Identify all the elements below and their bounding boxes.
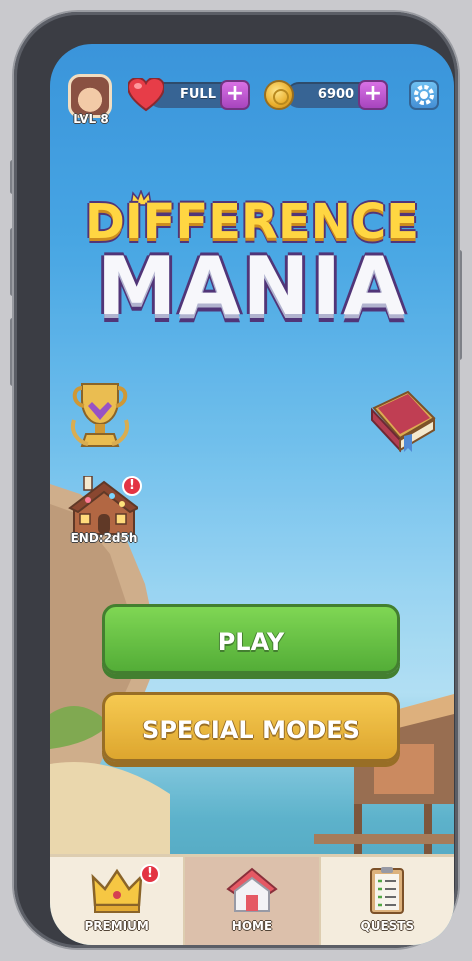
add-coins-button[interactable]: + [358, 80, 388, 110]
premium-alert-badge: ! [140, 864, 160, 884]
play-button[interactable]: PLAY [102, 604, 400, 674]
trophy-icon[interactable] [68, 380, 132, 450]
home-icon [226, 867, 278, 912]
gear-icon [414, 85, 434, 105]
settings-button[interactable] [409, 80, 439, 110]
nav-label-quests: QUESTS [360, 919, 415, 933]
nav-item-quests[interactable]: QUESTS [318, 857, 454, 945]
crown-icon [91, 868, 143, 913]
house-alert-badge: ! [122, 476, 142, 496]
add-lives-button[interactable]: + [220, 80, 250, 110]
book-icon[interactable] [368, 388, 438, 454]
nav-item-premium[interactable]: PREMIUM [50, 857, 183, 945]
clipboard-icon [370, 867, 405, 914]
game-screen: LVL 8 FULL + 6900 + DIFFERENCE MANIA ! E… [50, 44, 454, 945]
heart-icon [128, 78, 164, 112]
nav-item-home[interactable]: HOME [183, 857, 319, 945]
house-event-timer: END:2d5h [70, 531, 138, 545]
coin-icon [264, 80, 294, 110]
phone-frame: LVL 8 FULL + 6900 + DIFFERENCE MANIA ! E… [14, 12, 458, 948]
special-modes-button[interactable]: SPECIAL MODES [102, 692, 400, 762]
bottom-nav: PREMIUM HOME QUESTS [50, 854, 454, 945]
player-level: LVL 8 [73, 112, 109, 126]
nav-label-home: HOME [231, 919, 273, 933]
nav-label-premium: PREMIUM [84, 919, 149, 933]
logo-title-line2: MANIA [96, 240, 408, 333]
